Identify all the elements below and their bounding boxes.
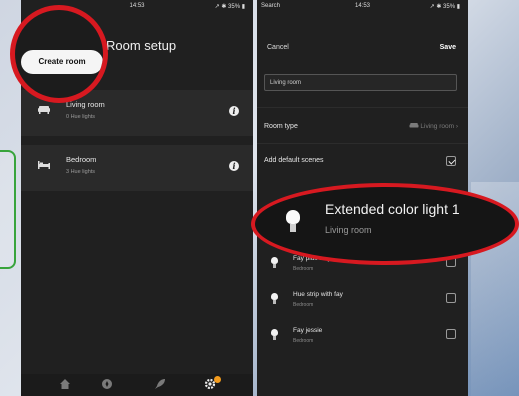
default-scenes-label: Add default scenes bbox=[264, 157, 324, 164]
bulb-icon bbox=[271, 329, 278, 340]
chevron-right-icon: › bbox=[455, 123, 458, 130]
light-room: Bedroom bbox=[293, 302, 314, 308]
create-room-button[interactable]: Create room bbox=[21, 50, 103, 74]
bulb-icon bbox=[286, 210, 300, 234]
room-light-count: 0 Hue lights bbox=[66, 114, 96, 120]
status-time: 14:53 bbox=[129, 3, 145, 9]
light-row[interactable]: Fay jessie Bedroom bbox=[257, 323, 468, 353]
info-icon[interactable]: i bbox=[229, 161, 239, 171]
page-title: Room setup bbox=[106, 38, 177, 53]
tab-bar bbox=[21, 374, 253, 396]
room-list: Living room 0 Hue lights i Bedroom 3 Hue… bbox=[21, 90, 253, 200]
bulb-icon bbox=[271, 257, 278, 268]
room-name: Bedroom bbox=[66, 155, 97, 164]
bulb-icon bbox=[271, 293, 278, 304]
create-room-highlight: Create room bbox=[10, 5, 108, 103]
save-button[interactable]: Save bbox=[440, 44, 456, 51]
light-room: Bedroom bbox=[293, 266, 314, 272]
room-type-label: Room type bbox=[264, 123, 298, 130]
room-type-value: Living room bbox=[420, 123, 455, 130]
bed-icon bbox=[38, 161, 50, 169]
room-row-bedroom[interactable]: Bedroom 3 Hue lights i bbox=[21, 145, 253, 191]
rocket-icon[interactable] bbox=[153, 378, 167, 392]
cancel-button[interactable]: Cancel bbox=[267, 44, 289, 51]
light-checkbox[interactable] bbox=[446, 329, 456, 339]
divider bbox=[257, 107, 468, 108]
light-checkbox[interactable] bbox=[446, 293, 456, 303]
light-room: Living room bbox=[325, 225, 372, 235]
room-name-field[interactable]: Living room bbox=[264, 74, 457, 91]
status-time: 14:53 bbox=[354, 3, 371, 9]
status-back-search[interactable]: Search bbox=[261, 3, 280, 9]
explore-icon[interactable] bbox=[100, 378, 114, 392]
light-room: Bedroom bbox=[293, 338, 314, 344]
info-icon[interactable]: i bbox=[229, 106, 239, 116]
light-row[interactable]: Hue strip with fay Bedroom bbox=[257, 287, 468, 317]
divider bbox=[257, 143, 468, 144]
light-name: Hue strip with fay bbox=[293, 291, 343, 298]
home-icon[interactable] bbox=[58, 378, 72, 392]
light-name: Extended color light 1 bbox=[325, 201, 460, 217]
default-scenes-checkbox[interactable] bbox=[446, 156, 456, 166]
status-indicators: ↗ ✱ 35% ▮ bbox=[214, 4, 245, 10]
status-indicators: ↗ ✱ 35% ▮ bbox=[429, 4, 460, 10]
sofa-icon bbox=[409, 123, 419, 128]
room-light-count: 3 Hue lights bbox=[66, 169, 96, 175]
settings-icon[interactable] bbox=[203, 376, 221, 392]
light-name: Fay jessie bbox=[293, 327, 323, 334]
room-name: Living room bbox=[66, 100, 105, 109]
sofa-icon bbox=[38, 106, 50, 114]
status-bar: Search 14:53 ↗ ✱ 35% ▮ bbox=[257, 0, 468, 12]
extended-color-light-highlight[interactable]: Extended color light 1 Living room bbox=[251, 183, 519, 265]
room-type-selector[interactable]: Living room › bbox=[409, 123, 458, 130]
background-window-edge bbox=[0, 150, 16, 269]
notification-badge bbox=[214, 376, 221, 383]
